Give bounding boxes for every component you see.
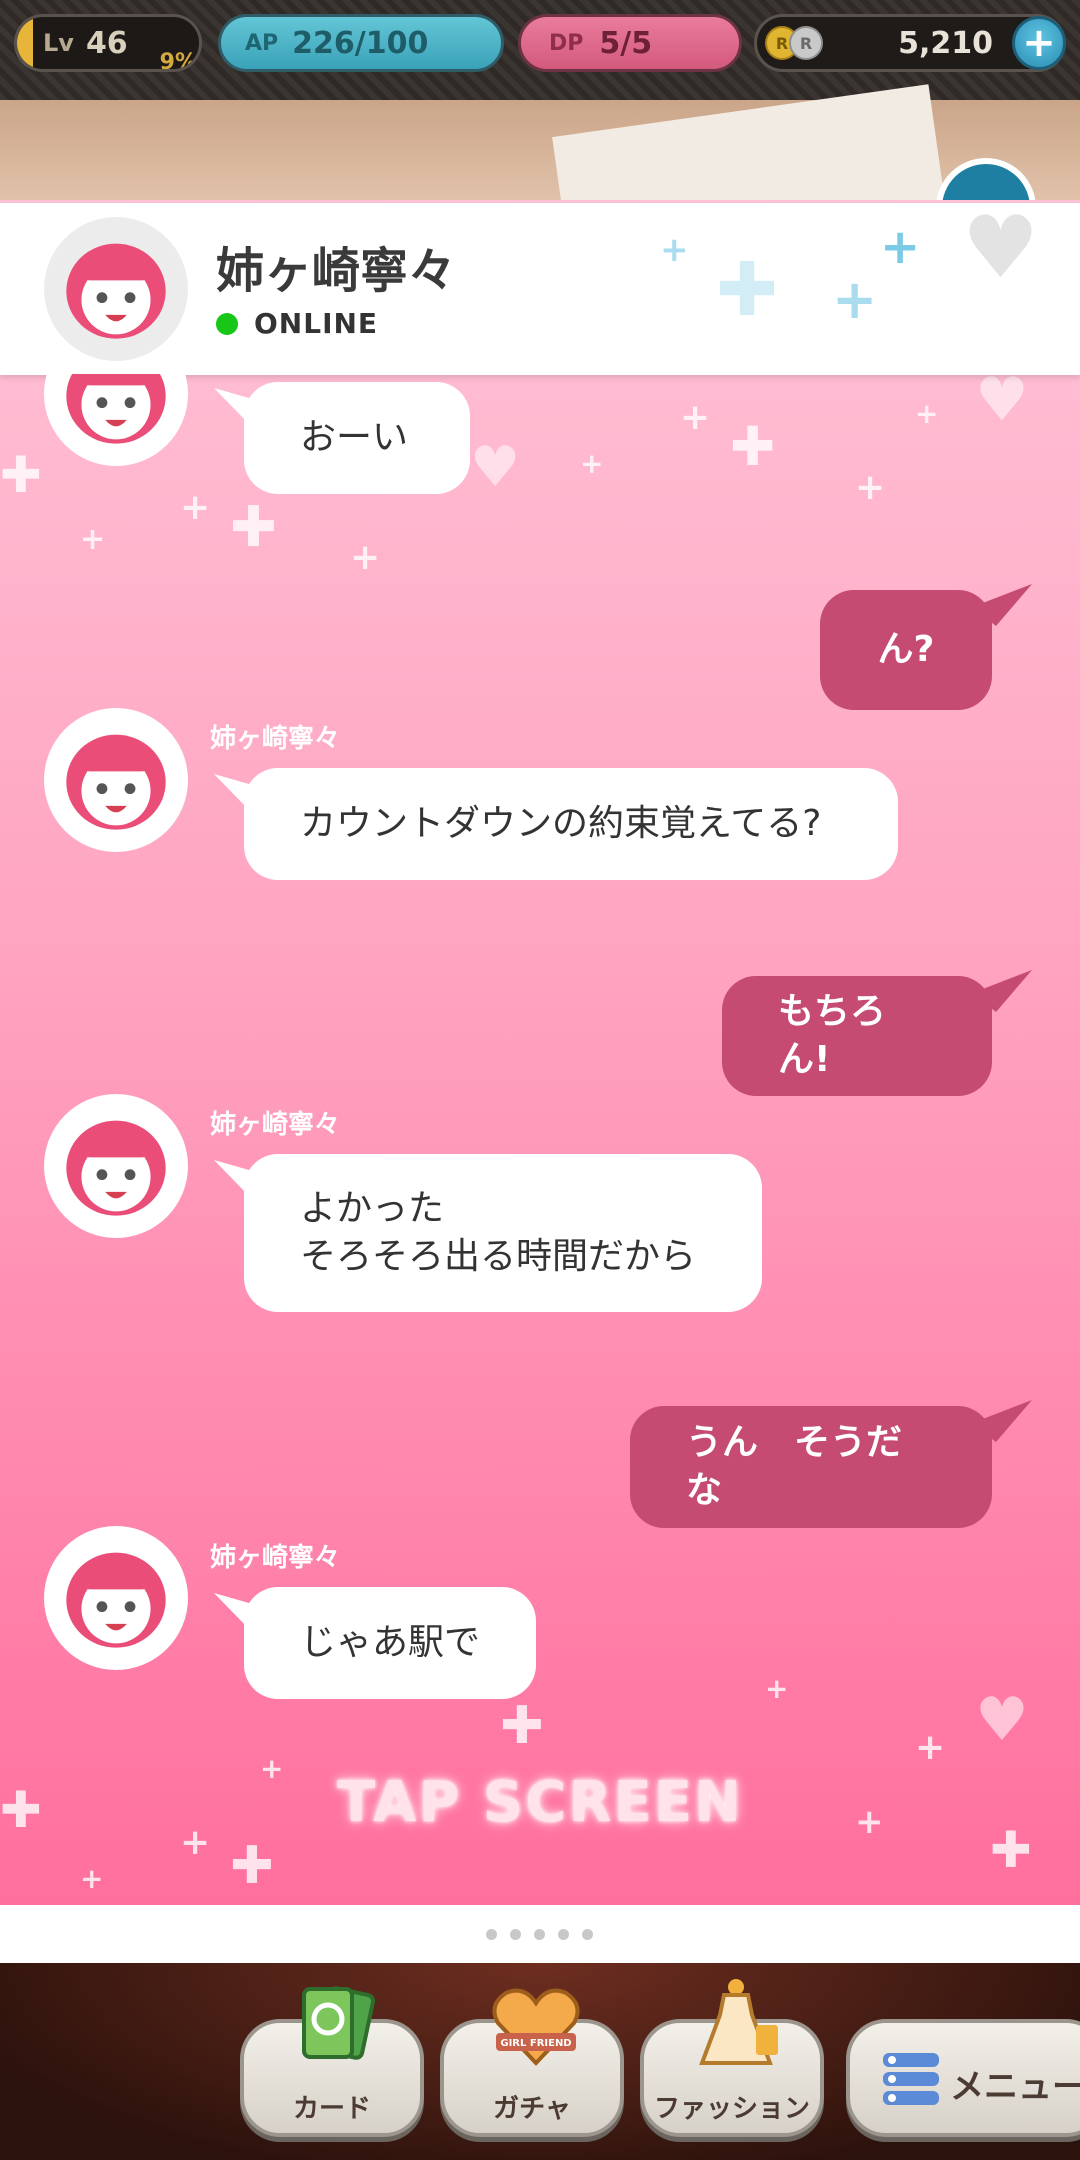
sparkle-icon: + [765, 1672, 789, 1705]
ap-meter[interactable]: AP 226/100 [218, 14, 504, 72]
sparkle-icon: + [832, 268, 878, 331]
gacha-badge-text: GIRL FRIEND [500, 2038, 571, 2049]
message-line: そろそろ出る時間だから [300, 1236, 697, 1277]
sparkle-icon: + [680, 397, 711, 438]
fashion-button[interactable]: ファッション [640, 1979, 824, 2137]
ap-label: AP [245, 30, 279, 56]
sparkle-icon: + [855, 467, 886, 508]
gacha-heart-icon: GIRL FRIEND [492, 1988, 580, 2066]
sender-name: 姉ヶ崎寧々 [210, 1543, 341, 1573]
girl-face-icon [66, 243, 166, 339]
contact-avatar[interactable] [44, 1526, 188, 1670]
chat-header: 姉ヶ崎寧々 ONLINE + ✚ + + ♥ [0, 203, 1080, 375]
sparkle-icon: + [660, 230, 689, 270]
message-bubble-sent: うん そうだな [630, 1406, 992, 1528]
contact-avatar[interactable] [44, 217, 188, 361]
sparkle-icon: + [915, 1727, 946, 1768]
level-value: 46 [85, 25, 128, 61]
background-scene [0, 84, 1080, 276]
sender-name: 姉ヶ崎寧々 [210, 724, 341, 754]
message-bubble-received: じゃあ駅で [244, 1587, 536, 1699]
sparkle-icon: ✚ [500, 1696, 544, 1756]
level-label: Lv [43, 29, 74, 57]
contact-name: 姉ヶ崎寧々 [216, 243, 457, 299]
sparkle-icon: ✚ [716, 247, 779, 333]
girl-face-icon [66, 1120, 166, 1216]
cards-icon [302, 1986, 376, 2060]
coin-value: 5,210 [898, 25, 993, 61]
contact-avatar[interactable] [44, 708, 188, 852]
sparkle-icon: + [350, 537, 381, 578]
card-button-label: カード [292, 2094, 371, 2124]
add-coins-button[interactable]: + [1012, 16, 1066, 70]
sparkle-icon: + [180, 487, 211, 528]
gacha-button-label: ガチャ [493, 2094, 571, 2124]
page-dot [534, 1929, 545, 1940]
heart-icon: ♥ [975, 1685, 1029, 1755]
heart-icon: ♥ [975, 365, 1029, 435]
message-bubble-received: カウントダウンの約束覚えてる? [244, 768, 898, 880]
bottom-navigation: カード GIRL FRIEND ガチャ ファッション メニュー [0, 1963, 1080, 2160]
sparkle-icon: + [580, 447, 604, 480]
message-bubble-received: よかった そろそろ出る時間だから [244, 1154, 762, 1312]
online-status-text: ONLINE [254, 307, 379, 340]
page-dot [582, 1929, 593, 1940]
sparkle-icon: + [80, 522, 106, 557]
contact-avatar[interactable] [44, 1094, 188, 1238]
online-status: ONLINE [216, 307, 378, 340]
gacha-button[interactable]: GIRL FRIEND ガチャ [440, 1988, 624, 2137]
sparkle-icon: ✚ [0, 446, 42, 504]
fashion-button-label: ファッション [653, 2094, 810, 2124]
dp-label: DP [549, 30, 584, 56]
sparkle-icon: + [915, 397, 939, 430]
page-dot [558, 1929, 569, 1940]
silver-coin-icon: R [789, 26, 823, 60]
menu-button-label: メニュー [950, 2067, 1080, 2107]
menu-list-icon [883, 2053, 939, 2105]
page-dot [510, 1929, 521, 1940]
ap-value: 226/100 [292, 25, 429, 61]
sparkle-icon: + [880, 219, 921, 275]
message-bubble-sent: ん? [820, 590, 992, 710]
message-bubble-received: おーい [244, 382, 470, 494]
dp-value: 5/5 [599, 25, 653, 61]
message-bubble-sent: もちろん! [722, 976, 992, 1096]
page-dot [486, 1929, 497, 1940]
sparkle-icon: + [80, 1862, 104, 1895]
card-button[interactable]: カード [240, 1986, 424, 2137]
dress-icon [699, 1979, 778, 2065]
sparkle-icon: ✚ [230, 1836, 274, 1896]
page-indicator-dots [486, 1929, 593, 1940]
menu-button[interactable]: メニュー [846, 2019, 1080, 2137]
online-indicator-icon [216, 312, 238, 335]
heart-icon: ♥ [962, 198, 1040, 298]
message-line: よかった [300, 1188, 445, 1229]
dp-meter[interactable]: DP 5/5 [518, 14, 742, 72]
level-progress-text: 9% [159, 50, 197, 72]
page-indicator-bar [0, 1905, 1080, 1963]
level-progress-fill [17, 17, 34, 69]
tap-screen-prompt[interactable]: TAP SCREEN [0, 1770, 1080, 1835]
heart-icon: ♥ [470, 435, 521, 500]
girl-face-icon [66, 734, 166, 830]
sparkle-icon: ✚ [230, 495, 277, 560]
sender-name: 姉ヶ崎寧々 [210, 1110, 341, 1140]
sparkle-icon: ✚ [730, 415, 776, 478]
level-meter: Lv 46 9% [14, 14, 202, 72]
girl-face-icon [66, 1552, 166, 1648]
